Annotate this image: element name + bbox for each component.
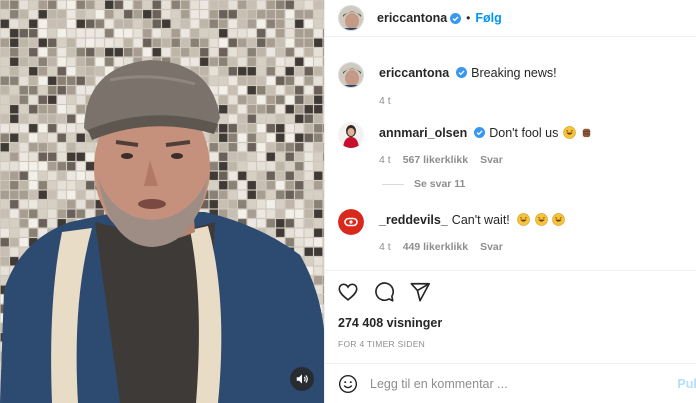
emoji-icon[interactable]: [338, 374, 358, 394]
author-username[interactable]: ericcantona: [377, 11, 447, 25]
comment-item: annmari_olsen Don't fool us 4 t 567 liker…: [338, 122, 593, 169]
video-frame: [0, 0, 324, 403]
view-replies-label: Se svar 11: [414, 178, 466, 190]
reply-button[interactable]: Svar: [480, 239, 503, 256]
avatar-image: [338, 209, 364, 235]
post-sidebar: ericcantona • Følg ericcantona Breaking …: [324, 0, 696, 403]
comment-likes[interactable]: 449 likerklikk: [403, 239, 468, 256]
author-avatar[interactable]: [338, 5, 364, 31]
commenter-username[interactable]: _reddevils_: [379, 213, 448, 227]
caption: ericcantona Breaking news! 4 t: [338, 62, 557, 110]
action-bar: [325, 271, 696, 313]
video-player[interactable]: [0, 0, 324, 403]
comment-text: Can't wait!: [451, 213, 510, 227]
verified-badge-icon: [450, 12, 462, 24]
caption-username[interactable]: ericcantona: [379, 66, 449, 80]
verified-badge-icon: [474, 127, 486, 138]
comment-time[interactable]: 4 t: [379, 239, 391, 256]
laughing-emoji-icon: [534, 213, 548, 226]
raised-fist-emoji-icon: [583, 128, 591, 138]
laughing-emoji-icon: [517, 213, 531, 226]
caption-time[interactable]: 4 t: [379, 93, 391, 110]
views-count[interactable]: 274 408 visninger: [325, 316, 696, 330]
publish-button[interactable]: Pub: [677, 377, 696, 391]
commenter-avatar[interactable]: [338, 122, 364, 148]
laughing-emoji-icon: [552, 213, 566, 226]
share-icon[interactable]: [409, 281, 431, 303]
commenter-username[interactable]: annmari_olsen: [379, 126, 467, 140]
instagram-post: ericcantona • Følg ericcantona Breaking …: [0, 0, 696, 403]
header-separator: •: [466, 11, 471, 25]
commenter-avatar[interactable]: [338, 209, 364, 235]
caption-text: Breaking news!: [471, 66, 557, 80]
comment-input[interactable]: [370, 376, 660, 391]
follow-button[interactable]: Følg: [475, 11, 501, 25]
comment-text: Don't fool us: [489, 126, 559, 140]
replies-divider: [382, 183, 404, 185]
speaker-icon: [296, 374, 308, 384]
heart-icon[interactable]: [337, 281, 359, 303]
avatar-image: [339, 6, 363, 30]
comment-icon[interactable]: [373, 281, 395, 303]
caption-avatar[interactable]: [338, 62, 364, 88]
comment-time[interactable]: 4 t: [379, 152, 391, 169]
comments-list[interactable]: ericcantona Breaking news! 4 t annmari_o…: [325, 38, 696, 270]
sound-toggle-button[interactable]: [290, 367, 314, 391]
avatar-image: [339, 63, 363, 87]
post-timestamp[interactable]: FOR 4 TIMER SIDEN: [325, 339, 696, 349]
post-header: ericcantona • Følg: [325, 0, 696, 37]
comment-composer: Pub: [325, 363, 696, 403]
view-replies-button[interactable]: Se svar 11: [382, 178, 465, 190]
laughing-emoji-icon: [562, 126, 576, 139]
comment-likes[interactable]: 567 likerklikk: [403, 152, 468, 169]
verified-badge-icon: [456, 67, 468, 78]
reply-button[interactable]: Svar: [480, 152, 503, 169]
comment-item: _reddevils_ Can't wait! 4 t 449 likerklik…: [338, 209, 566, 256]
post-actions-section: 274 408 visninger FOR 4 TIMER SIDEN: [325, 270, 696, 349]
avatar-image: [338, 122, 364, 148]
